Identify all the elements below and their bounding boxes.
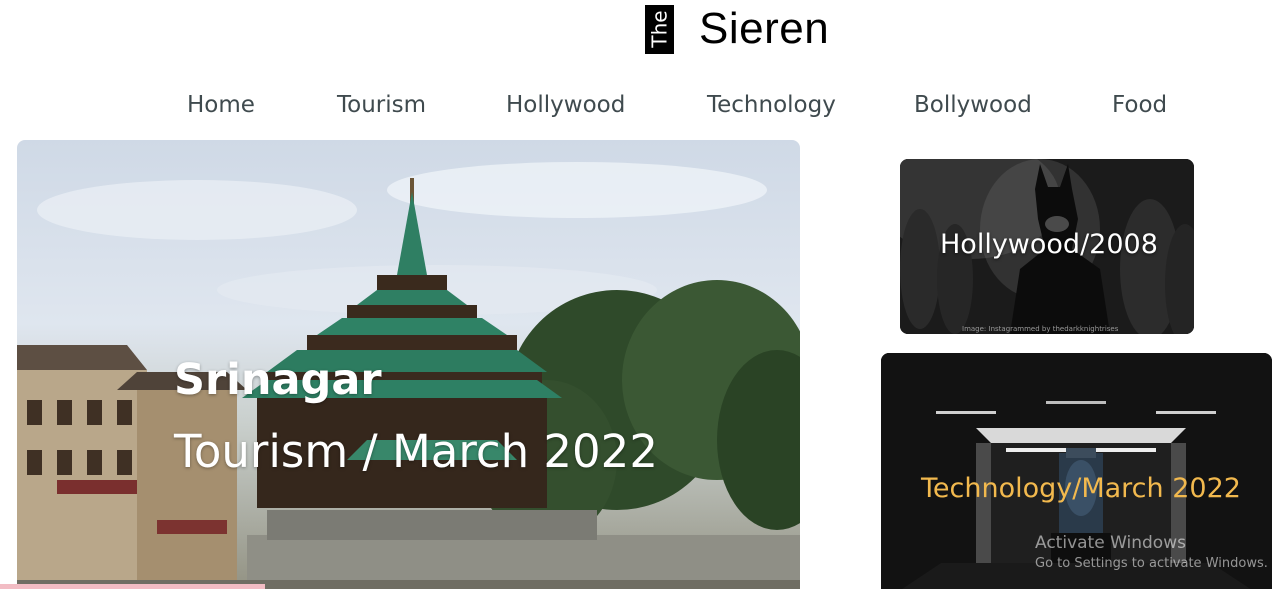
page: The Sieren Home Tourism Hollywood Techno…	[0, 0, 1280, 589]
nav-item-home[interactable]: Home	[187, 92, 255, 118]
logo-box: The	[645, 4, 674, 54]
bottom-accent-strip	[0, 584, 265, 589]
hero-subtitle: Tourism / March 2022	[174, 425, 658, 478]
card-hollywood-caption: Hollywood/2008	[940, 229, 1158, 260]
windows-activation-watermark: Activate Windows Go to Settings to activ…	[1035, 533, 1268, 571]
hero-image	[17, 162, 800, 589]
card-technology-caption: Technology/March 2022	[921, 473, 1241, 504]
nav-item-tourism[interactable]: Tourism	[337, 92, 426, 118]
nav-item-hollywood[interactable]: Hollywood	[506, 92, 625, 118]
card-hollywood[interactable]: Hollywood/2008 Image: Instagrammed by th…	[900, 159, 1194, 334]
nav-item-technology[interactable]: Technology	[707, 92, 836, 118]
nav-item-bollywood[interactable]: Bollywood	[914, 92, 1032, 118]
logo-prefix: The	[647, 10, 672, 48]
card-hollywood-credit: Image: Instagrammed by thedarkknightrise…	[962, 325, 1119, 333]
watermark-subtitle: Go to Settings to activate Windows.	[1035, 556, 1268, 571]
watermark-title: Activate Windows	[1035, 533, 1186, 553]
hero-featured-article[interactable]: Srinagar Tourism / March 2022	[17, 140, 800, 589]
nav-item-food[interactable]: Food	[1112, 92, 1167, 118]
logo-name: Sieren	[699, 4, 830, 53]
site-logo[interactable]: The Sieren	[645, 4, 829, 54]
hero-title: Srinagar	[174, 355, 382, 405]
main-nav: Home Tourism Hollywood Technology Bollyw…	[0, 92, 1280, 126]
